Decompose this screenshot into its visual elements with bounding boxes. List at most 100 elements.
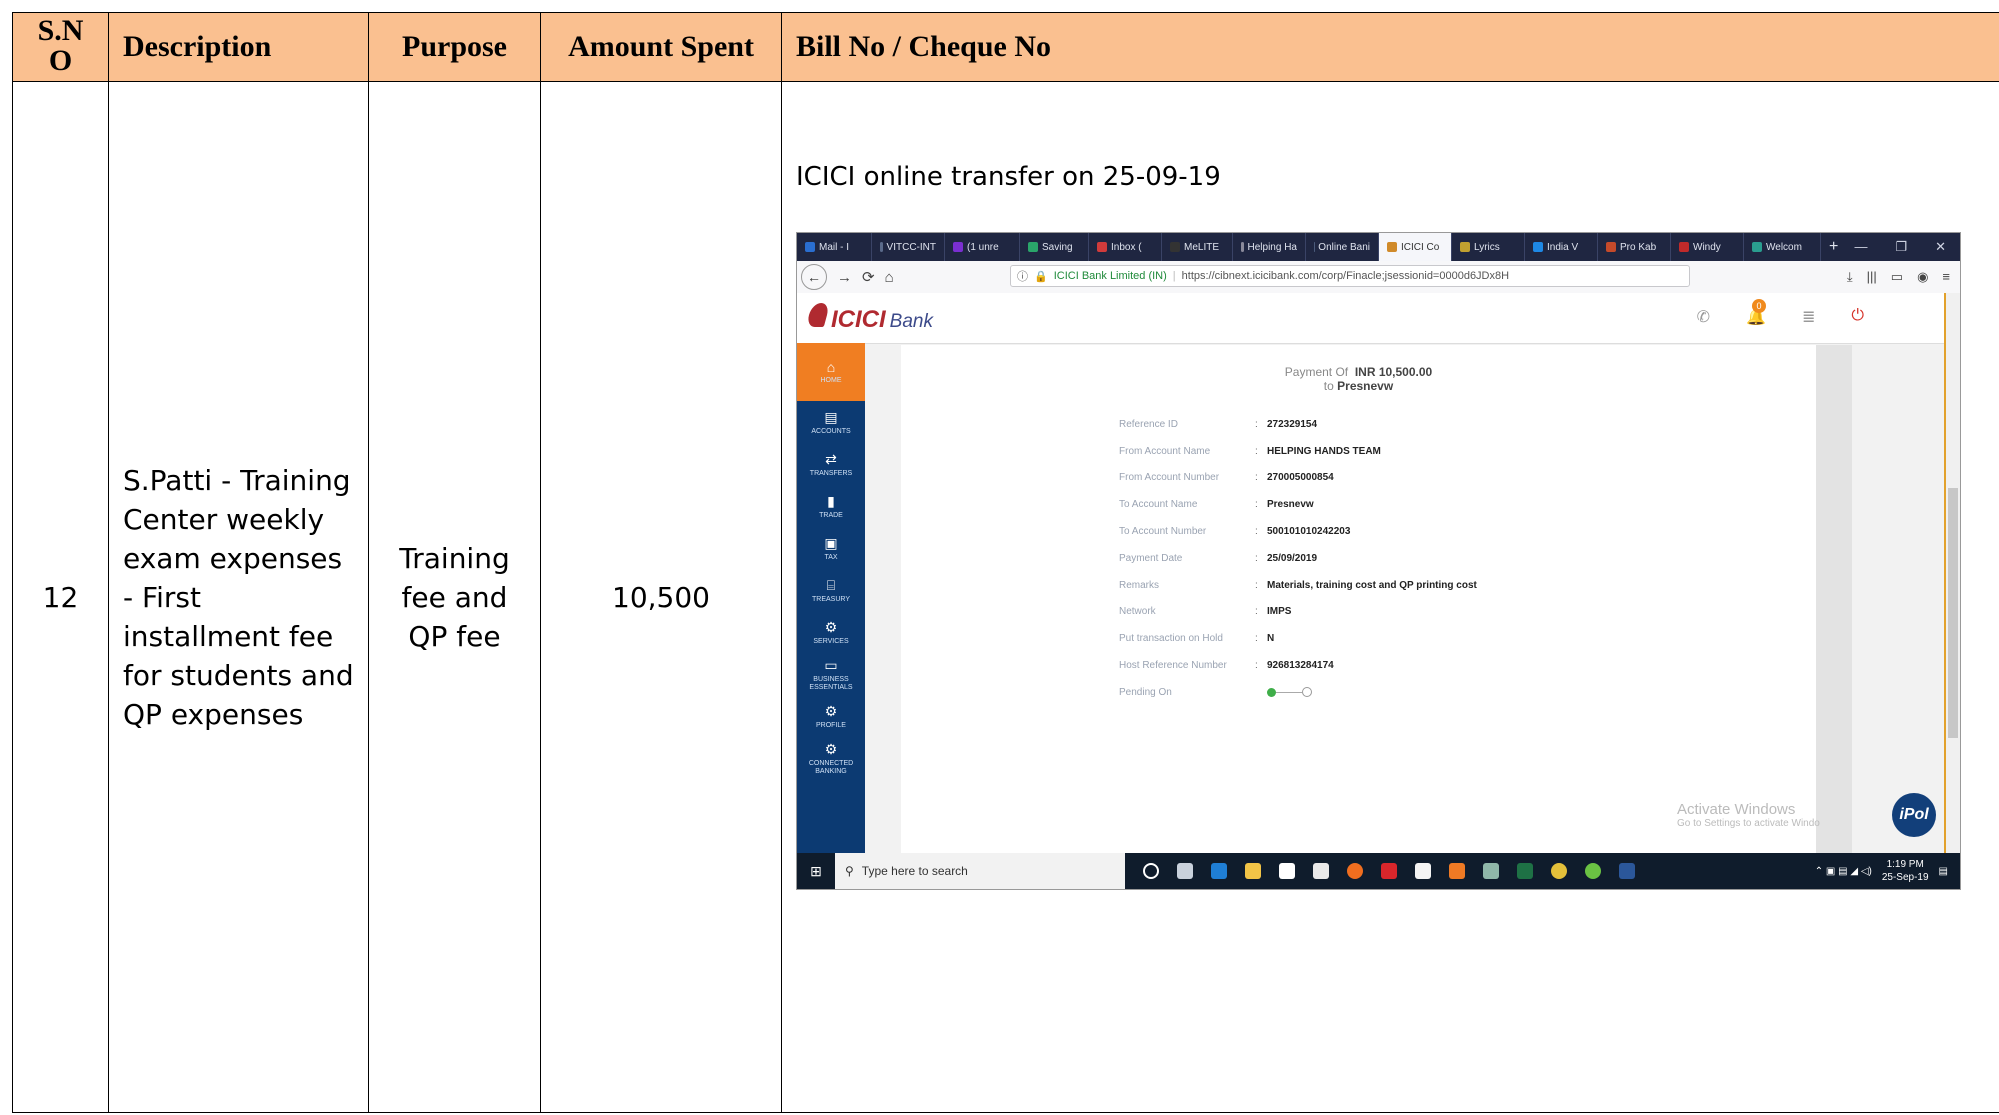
windows-watermark: Activate Windows Go to Settings to activ… [1677, 801, 1820, 829]
tab-favicon-icon [805, 242, 815, 252]
sidenav-label: TREASURY [812, 595, 850, 603]
taskbar-apps [1143, 863, 1635, 879]
cell-sno: 12 [12, 81, 109, 1113]
browser-tab: Online Bani [1306, 233, 1379, 261]
tab-favicon-icon [1028, 242, 1038, 252]
power-icon: ⏻ [1851, 307, 1864, 324]
browser-tab: Inbox ( [1089, 233, 1162, 261]
tab-label: Saving [1042, 241, 1073, 253]
payment-field-row: Payment Date:25/09/2019 [1119, 552, 1318, 564]
minimize-icon: — [1854, 239, 1868, 254]
back-icon: ← [801, 264, 827, 290]
home-nav-icon: ⌂ [884, 268, 894, 286]
browser-tab: Helping Ha [1233, 233, 1306, 261]
field-label: Remarks [1119, 579, 1160, 591]
field-value: 926813284174 [1267, 660, 1334, 672]
bank-sidenav: ⌂ HOME ▤ ACCOUNTS ⇄ TRANSFERS ▮ TRADE ▣ TAX ⌸ TREAS… [797, 343, 865, 853]
taskbar-search: ⚲ Type here to search [835, 853, 1125, 889]
tab-label: Lyrics [1474, 241, 1500, 253]
header-amount: Amount Spent [540, 12, 782, 82]
tab-label: Inbox ( [1111, 241, 1142, 253]
field-label: To Account Number [1119, 526, 1207, 538]
tab-label: Welcom [1766, 241, 1802, 253]
services-icon: ⚙ [824, 618, 838, 635]
transfers-icon: ⇄ [825, 450, 837, 467]
library-icon: ||| [1866, 269, 1877, 284]
sidebar-icon: ▭ [1890, 269, 1904, 284]
sidenav-item: ⌸ TREASURY [797, 569, 865, 611]
pending-row: Pending On [1119, 679, 1477, 706]
treasury-icon: ⌸ [826, 576, 836, 593]
tab-label: Helping Ha [1247, 241, 1297, 253]
menu-icon: ≡ [1942, 269, 1950, 284]
sidenav-label: SERVICES [813, 637, 849, 645]
firefox-icon [1347, 863, 1363, 879]
field-label: Payment Date [1119, 552, 1183, 564]
cell-amount: 10,500 [540, 81, 782, 1113]
bank-header: ICICI Bank ✆ 🔔 0 ≣ ⏻ [797, 293, 1944, 344]
bell-icon: 🔔 0 [1746, 299, 1767, 326]
field-value: IMPS [1267, 606, 1292, 618]
lock-icon: 🔒 [1034, 270, 1048, 283]
header-sno: S.N O [12, 12, 109, 82]
connected-icon: ⚙ [824, 740, 838, 757]
tab-label: Windy [1693, 241, 1721, 253]
header-bill: Bill No / Cheque No [781, 12, 1999, 82]
reader-icon [1415, 863, 1431, 879]
tray-icons: ⌃ ▣ ▤ ◢ ◁) [1814, 865, 1872, 877]
cell-bill: ICICI online transfer on 25-09-19 Mail -… [781, 81, 1999, 1113]
sidenav-item: ⚙ CONNECTED BANKING [797, 737, 865, 779]
bill-caption: ICICI online transfer on 25-09-19 [796, 162, 1221, 192]
phone-icon: ✆ [1696, 309, 1711, 326]
sidenav-label: ACCOUNTS [811, 427, 851, 435]
windows-start-icon: ⊞ [810, 862, 822, 879]
sidenav-item: ▣ TAX [797, 527, 865, 569]
browser-tools: ⤓ ||| ▭ ◉ ≡ [1847, 269, 1950, 285]
tab-favicon-icon [1387, 242, 1397, 252]
tool-icon [1483, 863, 1499, 879]
tab-label: (1 unre [967, 241, 999, 253]
tab-label: MeLITE [1184, 241, 1220, 253]
field-label: From Account Number [1119, 472, 1220, 484]
header-icons: ✆ 🔔 0 ≣ ⏻ [1696, 299, 1864, 327]
cortana-icon [1143, 863, 1159, 879]
home-icon: ⌂ [826, 359, 836, 375]
paint-icon [1449, 863, 1465, 879]
tab-favicon-icon [1752, 242, 1762, 252]
field-label: To Account Name [1119, 499, 1198, 511]
sidenav-item: ⌂ HOME [797, 343, 865, 401]
tab-favicon-icon [1241, 242, 1244, 252]
tab-label: Mail - I [819, 241, 849, 253]
payment-details: Payment Of INR 10,500.00 to Presnevw Ref… [901, 345, 1816, 853]
tab-favicon-icon [1460, 242, 1470, 252]
cell-purpose: Training fee and QP fee [368, 81, 541, 1113]
mail-icon [1313, 863, 1329, 879]
sidenav-item: ▤ ACCOUNTS [797, 401, 865, 443]
word-icon [1619, 863, 1635, 879]
ipol-chat-icon: iPol [1892, 793, 1936, 837]
chrome-icon [1551, 863, 1567, 879]
tab-favicon-icon [1170, 242, 1180, 252]
field-value: HELPING HANDS TEAM [1267, 445, 1381, 457]
payment-field-row: Reference ID:272329154 [1119, 418, 1318, 430]
payment-field-row: Host Reference Number:926813284174 [1119, 660, 1334, 672]
browser-tab: MeLITE [1162, 233, 1233, 261]
new-tab-icon: + [1829, 238, 1839, 255]
browser-tab: (1 unre [945, 233, 1020, 261]
browser-tab: ICICI Co [1379, 233, 1452, 261]
payment-to: to Presnevw [1323, 379, 1394, 393]
browser-tab: Mail - I [797, 233, 872, 261]
field-value: 270005000854 [1267, 472, 1334, 484]
payment-field-row: From Account Name: HELPING HANDS TEAM [1119, 445, 1381, 457]
info-icon: ⓘ [1017, 271, 1028, 283]
url-field: ⓘ 🔒 ICICI Bank Limited (IN) | https://ci… [1010, 265, 1690, 287]
field-label: Pending On [1119, 686, 1172, 698]
list-icon: ≣ [1801, 309, 1816, 326]
browser-tab: Lyrics [1452, 233, 1525, 261]
tab-label: VITCC-INT [886, 241, 936, 253]
profile-icon: ⚙ [824, 702, 838, 719]
system-tray: ⌃ ▣ ▤ ◢ ◁) 1:19 PM 25-Sep-19 ▤ [1815, 858, 1960, 884]
sidenav-item: ⚙ PROFILE [797, 695, 865, 737]
payment-field-row: Network: IMPS [1119, 606, 1292, 618]
tab-favicon-icon [953, 242, 963, 252]
